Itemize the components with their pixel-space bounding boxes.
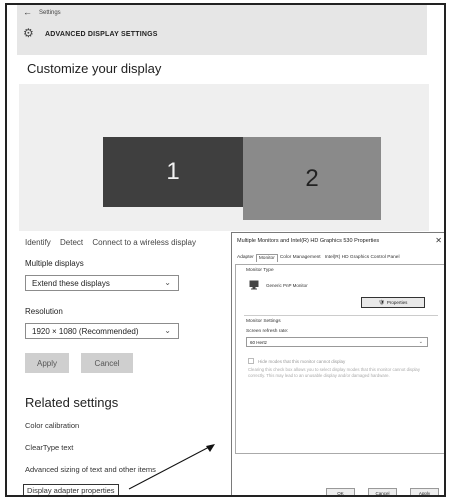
dialog-cancel-button[interactable]: Cancel <box>368 488 397 495</box>
chevron-down-icon: ⌄ <box>418 339 423 345</box>
close-icon[interactable]: ✕ <box>435 236 442 245</box>
divider <box>244 315 438 316</box>
tab-intel-control-panel[interactable]: Intel(R) HD Graphics Control Panel <box>323 254 402 262</box>
properties-dialog: Multiple Monitors and Intel(R) HD Graphi… <box>231 232 444 495</box>
refresh-rate-value: 60 Hertz <box>250 340 268 345</box>
hide-modes-row: Hide modes that this monitor cannot disp… <box>248 358 345 364</box>
dialog-ok-button[interactable]: OK <box>326 488 355 495</box>
tab-monitor[interactable]: Monitor <box>255 254 278 262</box>
monitor-properties-button[interactable]: 🛡 Properties <box>361 297 425 308</box>
tab-adapter[interactable]: Adapter <box>235 254 256 262</box>
hide-modes-checkbox[interactable] <box>248 358 254 364</box>
monitor-properties-label: Properties <box>386 300 408 305</box>
monitor-settings-label: Monitor Settings <box>246 319 281 324</box>
screenshot-frame: ← Settings ⚙ ADVANCED DISPLAY SETTINGS C… <box>5 3 446 497</box>
monitor-name: Generic PnP Monitor <box>266 283 308 288</box>
monitor-icon <box>249 280 259 290</box>
dialog-tabs: Adapter Monitor Color Management Intel(R… <box>235 254 402 262</box>
hide-modes-hint: Clearing this check box allows you to se… <box>248 367 420 378</box>
monitor-type-label: Monitor Type <box>246 268 274 273</box>
dialog-title: Multiple Monitors and Intel(R) HD Graphi… <box>237 238 380 244</box>
refresh-rate-label: Screen refresh rate: <box>246 329 289 334</box>
shield-icon: 🛡 <box>378 299 385 306</box>
refresh-rate-select[interactable]: 60 Hertz ⌄ <box>246 337 428 347</box>
hide-modes-label: Hide modes that this monitor cannot disp… <box>258 358 346 364</box>
tab-color-management[interactable]: Color Management <box>278 254 323 262</box>
monitor-tab-panel: Monitor Type Generic PnP Monitor 🛡 Prope… <box>235 264 444 454</box>
dialog-apply-button[interactable]: Apply <box>410 488 439 495</box>
